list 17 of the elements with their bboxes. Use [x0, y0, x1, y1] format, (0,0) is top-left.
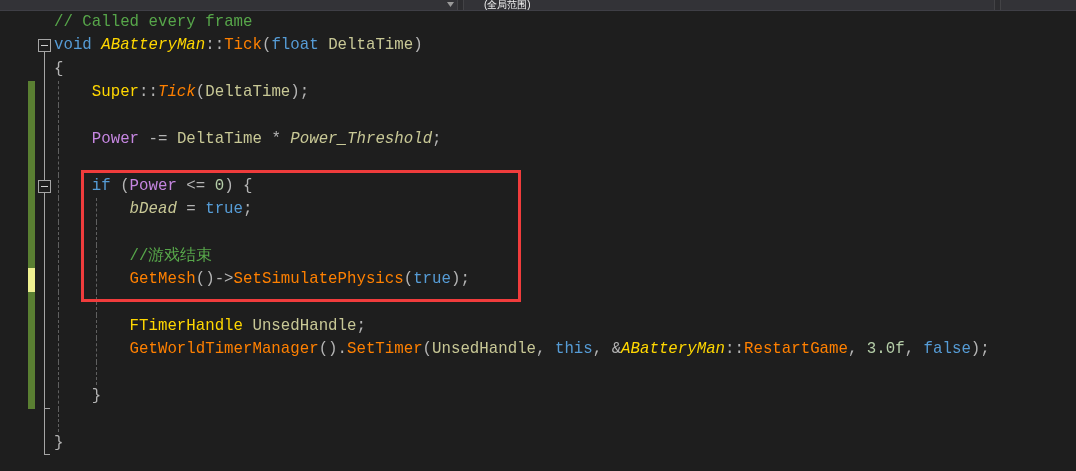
code-line: bDead = true; — [129, 199, 253, 221]
scope-dropdown[interactable]: (全局范围) — [463, 0, 995, 10]
code-comment: //游戏结束 — [129, 245, 213, 267]
code-line: FTimerHandle UnsedHandle; — [129, 316, 366, 338]
code-line: } — [54, 433, 64, 455]
code-line: GetMesh()->SetSimulatePhysics(true); — [129, 269, 470, 291]
code-line: { — [54, 58, 64, 80]
code-line: GetWorldTimerManager().SetTimer(UnsedHandle, this, &ABatteryMan::RestartGame, 3.0f, false); — [129, 339, 990, 361]
code-line: void ABatteryMan::Tick(float DeltaTime) — [54, 35, 423, 57]
collapse-button[interactable] — [38, 39, 51, 53]
code-line: if (Power <= 0) { — [91, 175, 253, 197]
dropdown-arrow-icon — [447, 2, 454, 7]
code-line: Super::Tick(DeltaTime); — [91, 82, 310, 104]
code-line: Power -= DeltaTime * Power_Threshold; — [91, 128, 442, 150]
collapse-button[interactable] — [38, 179, 51, 193]
code-comment: // Called every frame — [54, 12, 253, 33]
code-line: } — [91, 386, 102, 408]
